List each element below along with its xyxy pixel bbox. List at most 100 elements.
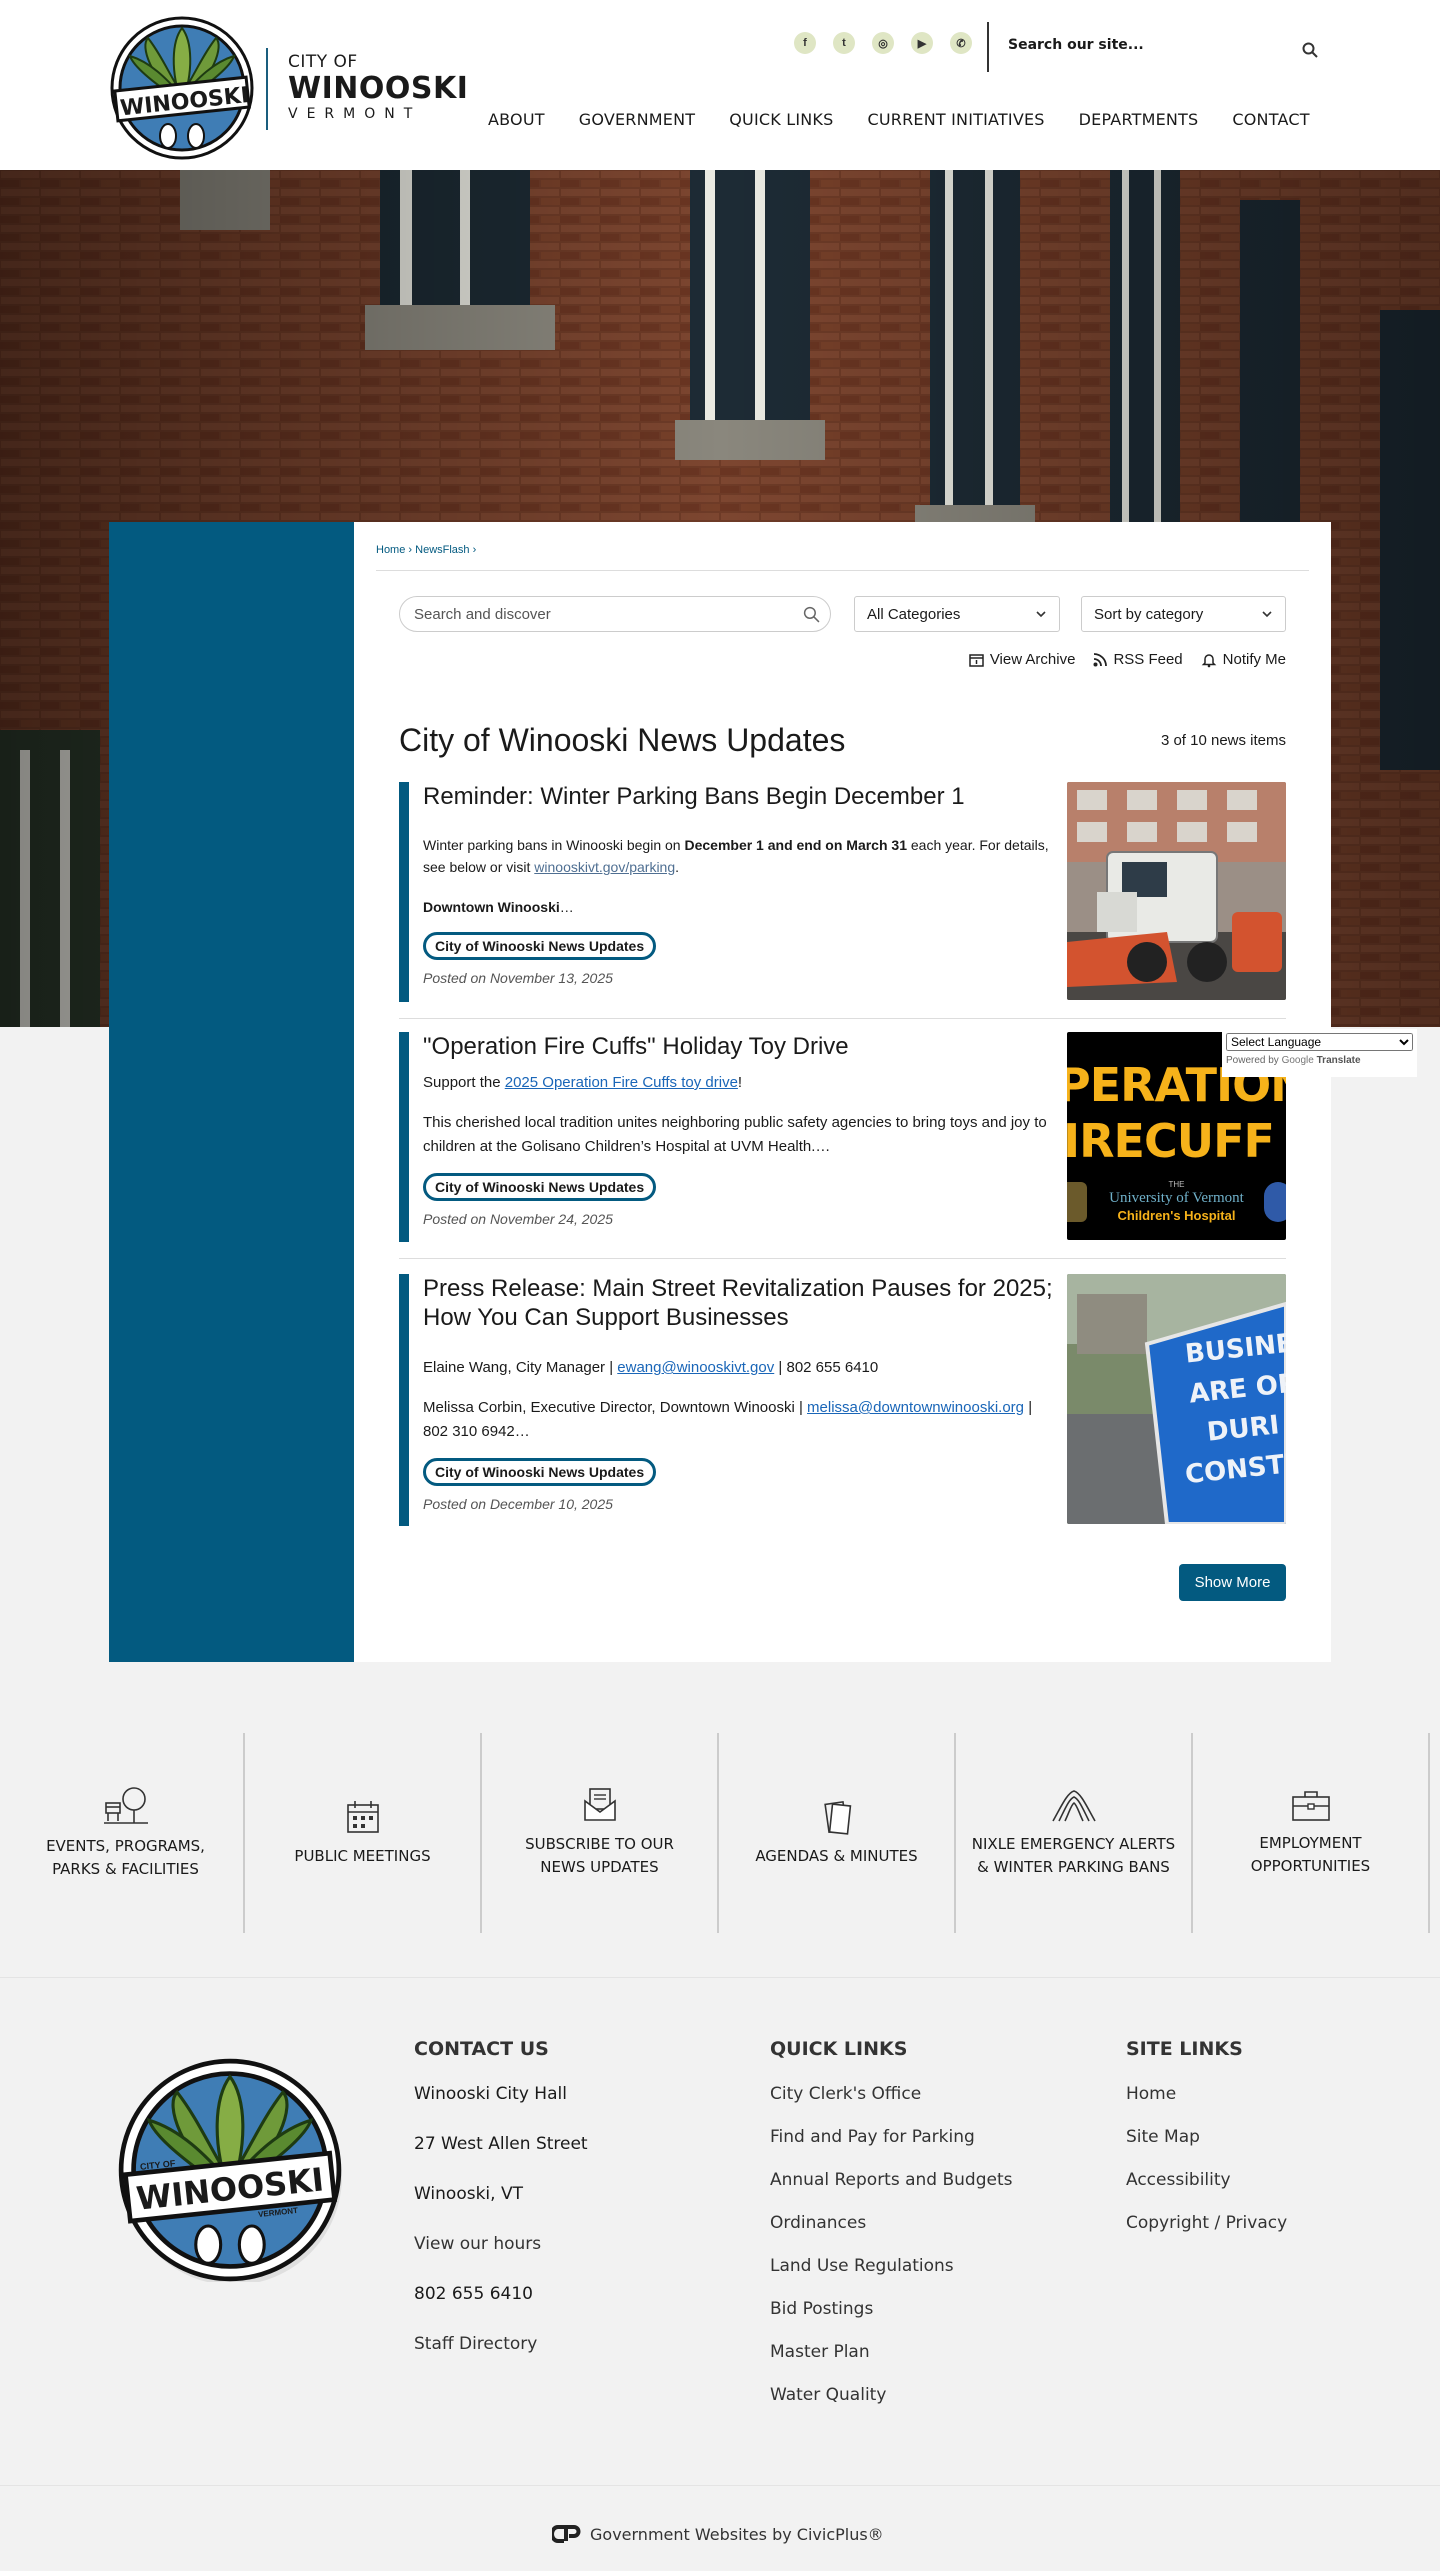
tile-label-line: SUBSCRIBE TO OUR bbox=[525, 1835, 674, 1853]
news-item-body: "Operation Fire Cuffs" Holiday Toy Drive… bbox=[423, 1032, 1053, 1227]
breadcrumb-home[interactable]: Home bbox=[376, 544, 405, 556]
site-link-site-map[interactable]: Site Map bbox=[1126, 2127, 1287, 2153]
translate-widget: Select Language Powered by Google Transl… bbox=[1222, 1029, 1417, 1077]
tile-label: SUBSCRIBE TO OUR NEWS UPDATES bbox=[525, 1833, 674, 1879]
tile-subscribe-news[interactable]: SUBSCRIBE TO OUR NEWS UPDATES bbox=[482, 1733, 719, 1933]
news-item: Reminder: Winter Parking Bans Begin Dece… bbox=[399, 782, 1286, 1002]
parking-link[interactable]: winooskivt.gov/parking bbox=[534, 859, 675, 875]
tile-label-line: & WINTER PARKING BANS bbox=[977, 1858, 1170, 1876]
powered-by-text: Powered by bbox=[1226, 1055, 1279, 1066]
news-item-summary-2: Downtown Winooski… bbox=[423, 896, 1053, 918]
email-link[interactable]: ewang@winooskivt.gov bbox=[617, 1359, 774, 1376]
toy-drive-link[interactable]: 2025 Operation Fire Cuffs toy drive bbox=[505, 1074, 738, 1091]
quick-link-bid-postings[interactable]: Bid Postings bbox=[770, 2299, 1013, 2325]
quick-link-annual-reports[interactable]: Annual Reports and Budgets bbox=[770, 2170, 1013, 2196]
facebook-icon[interactable]: f bbox=[794, 32, 816, 54]
news-item-title[interactable]: "Operation Fire Cuffs" Holiday Toy Drive bbox=[423, 1032, 1053, 1061]
contact-staff-directory-link[interactable]: Staff Directory bbox=[414, 2334, 588, 2360]
nav-departments[interactable]: DEPARTMENTS bbox=[1079, 110, 1199, 129]
language-select[interactable]: Select Language bbox=[1226, 1033, 1413, 1051]
category-tag[interactable]: City of Winooski News Updates bbox=[423, 1458, 657, 1486]
contact-hours-link[interactable]: View our hours bbox=[414, 2234, 588, 2260]
notify-me-link[interactable]: Notify Me bbox=[1201, 651, 1286, 668]
wordmark-line-3: VERMONT bbox=[288, 106, 422, 122]
archive-icon bbox=[969, 654, 984, 667]
news-item-thumbnail[interactable] bbox=[1067, 782, 1286, 1000]
summary-text: | 802 655 6410 bbox=[774, 1359, 879, 1376]
news-item-summary: Elaine Wang, City Manager | ewang@winoos… bbox=[423, 1356, 1053, 1380]
quick-link-ordinances[interactable]: Ordinances bbox=[770, 2213, 1013, 2239]
tile-public-meetings[interactable]: PUBLIC MEETINGS bbox=[245, 1733, 482, 1933]
tile-employment[interactable]: EMPLOYMENT OPPORTUNITIES bbox=[1193, 1733, 1430, 1933]
footer-quick-title: QUICK LINKS bbox=[770, 2038, 908, 2060]
wordmark-line-2: WINOOSKI bbox=[288, 71, 469, 106]
tile-agendas-minutes[interactable]: AGENDAS & MINUTES bbox=[719, 1733, 956, 1933]
youtube-icon[interactable]: ▶ bbox=[911, 32, 933, 54]
news-item-accent bbox=[399, 1032, 409, 1242]
tree-icon bbox=[103, 1787, 148, 1824]
email-link[interactable]: melissa@downtownwinooski.org bbox=[807, 1399, 1024, 1416]
summary-text: Melissa Corbin, Executive Director, Down… bbox=[423, 1399, 808, 1416]
tile-label-line: PARKS & FACILITIES bbox=[52, 1860, 199, 1878]
city-wordmark[interactable]: CITY OF WINOOSKI VERMONT bbox=[288, 52, 468, 122]
nav-contact[interactable]: CONTACT bbox=[1232, 110, 1309, 129]
quick-link-parking[interactable]: Find and Pay for Parking bbox=[770, 2127, 1013, 2153]
site-search bbox=[1008, 36, 1318, 58]
rss-icon bbox=[1093, 652, 1108, 666]
footer-city-logo[interactable]: CITY OF WINOOSKI VERMONT bbox=[118, 2058, 342, 2286]
category-tag[interactable]: City of Winooski News Updates bbox=[423, 1173, 657, 1201]
instagram-icon[interactable]: ◎ bbox=[872, 32, 894, 54]
news-item-title[interactable]: Reminder: Winter Parking Bans Begin Dece… bbox=[423, 782, 1053, 811]
posted-date: Posted on December 10, 2025 bbox=[423, 1496, 613, 1512]
tile-label: AGENDAS & MINUTES bbox=[755, 1845, 917, 1868]
rss-feed-link[interactable]: RSS Feed bbox=[1093, 651, 1183, 668]
quick-link-land-use[interactable]: Land Use Regulations bbox=[770, 2256, 1013, 2282]
thumbnail-line-4: University of Vermont bbox=[1109, 1190, 1244, 1206]
nav-current-initiatives[interactable]: CURRENT INITIATIVES bbox=[867, 110, 1044, 129]
breadcrumb-newsflash[interactable]: NewsFlash bbox=[415, 544, 469, 556]
site-search-input[interactable] bbox=[1008, 37, 1278, 53]
nav-government[interactable]: GOVERNMENT bbox=[579, 110, 696, 129]
tile-events-programs[interactable]: EVENTS, PROGRAMS, PARKS & FACILITIES bbox=[8, 1733, 245, 1933]
sort-select[interactable]: Sort by category bbox=[1081, 596, 1286, 632]
show-more-button[interactable]: Show More bbox=[1179, 1564, 1286, 1601]
thumbnail-line-3: THE bbox=[1168, 1180, 1185, 1189]
news-search-input[interactable] bbox=[414, 606, 794, 623]
twitter-icon[interactable]: t bbox=[833, 32, 855, 54]
tile-nixle-alerts[interactable]: NIXLE EMERGENCY ALERTS & WINTER PARKING B… bbox=[956, 1733, 1193, 1933]
nav-about[interactable]: ABOUT bbox=[488, 110, 545, 129]
main-navigation: ABOUT GOVERNMENT QUICK LINKS CURRENT INI… bbox=[488, 110, 1310, 129]
category-tag[interactable]: City of Winooski News Updates bbox=[423, 932, 657, 960]
quick-link-master-plan[interactable]: Master Plan bbox=[770, 2342, 1013, 2368]
view-archive-label: View Archive bbox=[989, 651, 1076, 668]
site-link-home[interactable]: Home bbox=[1126, 2084, 1287, 2110]
alert-icon bbox=[1051, 1790, 1096, 1822]
quick-link-water-quality[interactable]: Water Quality bbox=[770, 2385, 1013, 2411]
news-item-thumbnail[interactable]: BUSINE ARE OP DURI CONSTR bbox=[1067, 1274, 1286, 1524]
summary-text: Elaine Wang, City Manager | bbox=[423, 1359, 618, 1376]
category-select-value: All Categories bbox=[867, 606, 961, 623]
search-icon[interactable] bbox=[803, 606, 820, 623]
city-logo-badge[interactable]: WINOOSKI bbox=[110, 16, 254, 160]
quick-link-city-clerk[interactable]: City Clerk's Office bbox=[770, 2084, 1013, 2110]
site-link-accessibility[interactable]: Accessibility bbox=[1126, 2170, 1287, 2196]
search-icon[interactable] bbox=[1302, 42, 1318, 58]
chevron-down-icon bbox=[1262, 611, 1272, 618]
tile-label-line: NIXLE EMERGENCY ALERTS bbox=[971, 1835, 1176, 1853]
nav-quick-links[interactable]: QUICK LINKS bbox=[729, 110, 833, 129]
tile-label: EMPLOYMENT OPPORTUNITIES bbox=[1251, 1832, 1370, 1878]
footer-contact: CONTACT US Winooski City Hall 27 West Al… bbox=[414, 2038, 588, 2384]
contact-street: 27 West Allen Street bbox=[414, 2134, 588, 2154]
news-count: 3 of 10 news items bbox=[1160, 732, 1286, 749]
translate-credit: Powered by Google Translate bbox=[1226, 1055, 1413, 1066]
wordmark-line-1: CITY OF bbox=[288, 52, 358, 72]
civicplus-link[interactable]: Government Websites by CivicPlus® bbox=[552, 2524, 884, 2544]
view-archive-link[interactable]: View Archive bbox=[969, 651, 1076, 668]
site-link-copyright-privacy[interactable]: Copyright / Privacy bbox=[1126, 2213, 1287, 2239]
whatsapp-icon[interactable]: ✆ bbox=[950, 32, 972, 54]
news-item: "Operation Fire Cuffs" Holiday Toy Drive… bbox=[399, 1032, 1286, 1242]
category-select[interactable]: All Categories bbox=[854, 596, 1060, 632]
breadcrumb-divider bbox=[376, 570, 1309, 571]
news-item-title[interactable]: Press Release: Main Street Revitalizatio… bbox=[423, 1274, 1053, 1332]
civicplus-logo-icon bbox=[552, 2525, 581, 2543]
